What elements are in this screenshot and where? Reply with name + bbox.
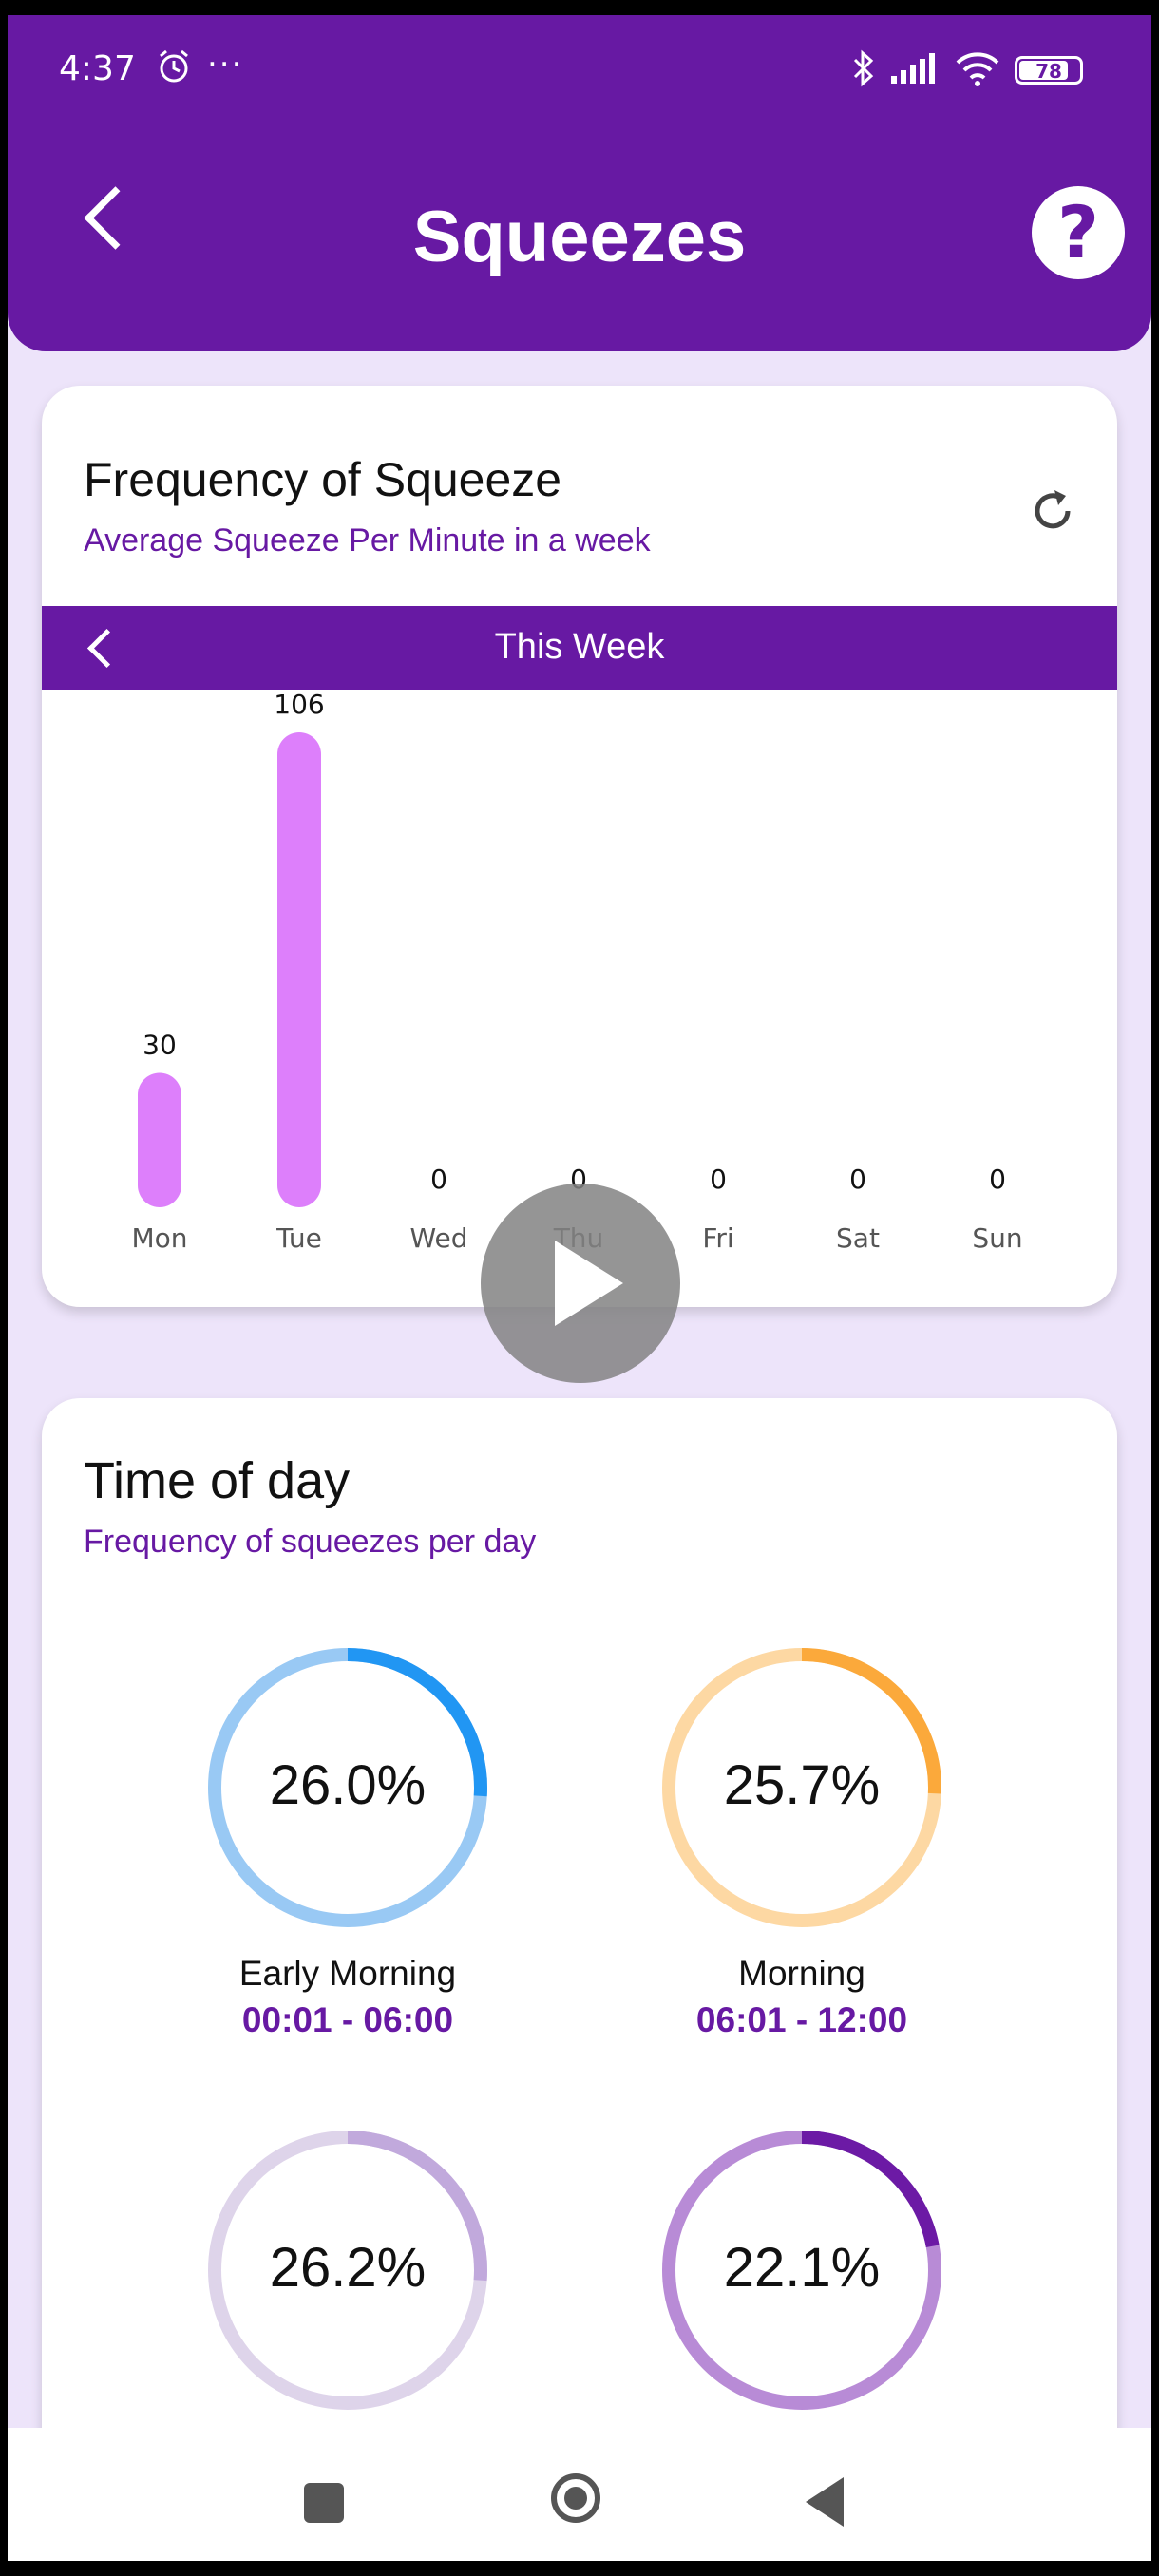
- slot-time-range: 06:01 - 12:00: [695, 2000, 908, 2039]
- week-selector: This Week: [42, 606, 1117, 690]
- value-label-sun: 0: [989, 1164, 1006, 1195]
- category-label-wed: Wed: [409, 1222, 467, 1254]
- slot-time-range: 00:01 - 06:00: [241, 2000, 454, 2039]
- bar-mon: [138, 1072, 181, 1207]
- home-button[interactable]: [551, 2473, 600, 2523]
- category-label-mon: Mon: [131, 1222, 187, 1254]
- signal-icon: [889, 51, 940, 89]
- play-button[interactable]: [481, 1184, 680, 1383]
- status-time: 4:37: [59, 49, 136, 88]
- page-title: Squeezes: [412, 197, 747, 277]
- time-of-day-card: Time of day Frequency of squeezes per da…: [42, 1398, 1117, 2561]
- ring-percentage: 22.1%: [723, 2237, 881, 2299]
- play-icon: [555, 1241, 623, 1326]
- app-header: 4:37 ··· 78 Squeezes ?: [8, 15, 1151, 351]
- week-label: This Week: [494, 627, 665, 667]
- slot-label: Morning: [738, 1954, 865, 1993]
- battery-level: 78: [1036, 60, 1062, 83]
- more-notifications-icon: ···: [207, 46, 244, 84]
- category-label-tue: Tue: [276, 1222, 322, 1254]
- battery-icon: 78: [1015, 56, 1083, 85]
- slot-label: Early Morning: [238, 1954, 457, 1993]
- ring-percentage: 25.7%: [723, 1754, 881, 1816]
- value-label-mon: 30: [142, 1029, 177, 1060]
- category-label-sat: Sat: [836, 1222, 880, 1254]
- refresh-icon[interactable]: [1026, 484, 1079, 541]
- category-label-fri: Fri: [702, 1222, 733, 1254]
- category-label-sun: Sun: [972, 1222, 1022, 1254]
- recent-apps-button[interactable]: [304, 2483, 344, 2523]
- bluetooth-icon: [851, 49, 876, 91]
- app-screen: 4:37 ··· 78 Squeezes ? Frequency of Sque…: [8, 15, 1151, 2561]
- status-bar: 4:37 ··· 78: [8, 15, 1151, 120]
- alarm-icon: [155, 47, 193, 89]
- frequency-card: Frequency of Squeeze Average Squeeze Per…: [42, 386, 1117, 1307]
- ring-percentage: 26.0%: [269, 1754, 427, 1816]
- wifi-icon: [954, 49, 1001, 91]
- value-label-fri: 0: [710, 1164, 727, 1195]
- frequency-subtitle: Average Squeeze Per Minute in a week: [84, 522, 651, 559]
- value-label-tue: 106: [274, 690, 324, 720]
- system-navigation-bar: [8, 2428, 1151, 2561]
- bar-tue: [277, 732, 321, 1207]
- value-label-sat: 0: [849, 1164, 866, 1195]
- frequency-title: Frequency of Squeeze: [84, 453, 562, 506]
- value-label-wed: 0: [430, 1164, 447, 1195]
- system-back-button[interactable]: [806, 2477, 844, 2527]
- ring-percentage: 26.2%: [269, 2237, 427, 2299]
- help-button[interactable]: ?: [1032, 186, 1125, 279]
